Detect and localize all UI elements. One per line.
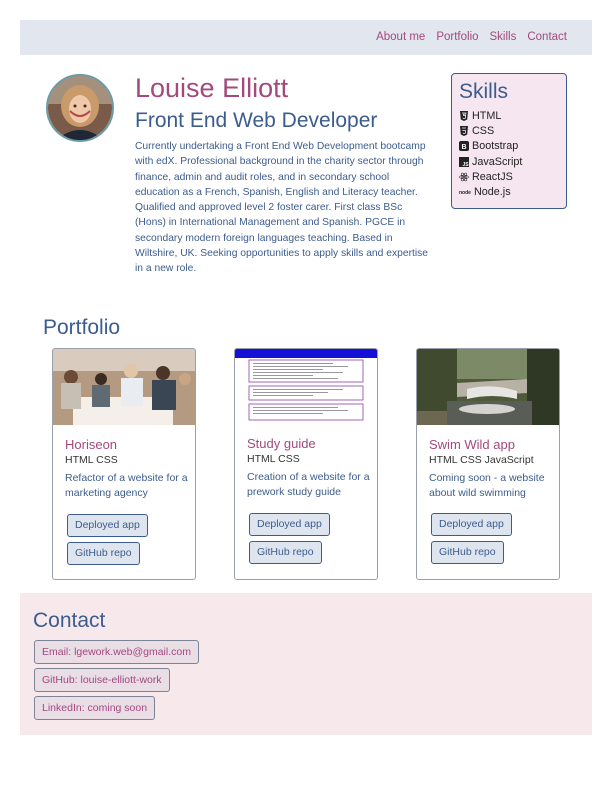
deployed-app-button[interactable]: Deployed app <box>431 513 512 536</box>
css3-icon <box>460 125 468 136</box>
project-title: Swim Wild app <box>429 437 515 452</box>
project-title: Horiseon <box>65 437 118 452</box>
skill-item-react: ReactJS <box>459 169 559 184</box>
github-repo-button[interactable]: GitHub repo <box>67 542 140 565</box>
skill-label: CSS <box>472 124 495 137</box>
contact-section: Contact Email: lgework.web@gmail.com Git… <box>20 593 592 735</box>
contact-linkedin-button[interactable]: LinkedIn: coming soon <box>34 696 156 720</box>
project-tech: HTML CSS JavaScript <box>429 454 534 466</box>
deployed-app-button[interactable]: Deployed app <box>67 514 148 537</box>
skill-label: HTML <box>472 109 502 122</box>
bootstrap-icon: B <box>459 141 469 152</box>
project-card-horiseon: Horiseon HTML CSS Refactor of a website … <box>52 348 196 580</box>
skill-label: ReactJS <box>472 170 513 183</box>
skill-item-nodejs: node Node.js <box>459 184 559 199</box>
project-card-study-guide: Study guide HTML CSS Creation of a websi… <box>234 348 378 580</box>
html5-icon <box>460 110 468 121</box>
project-image <box>235 349 377 425</box>
skill-item-bootstrap: B Bootstrap <box>459 139 559 154</box>
nav-link-about-me[interactable]: About me <box>376 31 425 43</box>
portfolio-title: Portfolio <box>43 316 121 339</box>
project-description: Creation of a website for a prework stud… <box>247 471 370 499</box>
profile-role: Front End Web Developer <box>135 109 378 132</box>
skill-label: JavaScript <box>472 155 523 168</box>
skill-label: Bootstrap <box>472 140 519 153</box>
profile-avatar <box>46 74 114 142</box>
skill-label: Node.js <box>474 186 511 199</box>
contact-github-button[interactable]: GitHub: louise-elliott-work <box>34 668 170 692</box>
github-repo-button[interactable]: GitHub repo <box>431 541 504 564</box>
svg-text:JS: JS <box>462 162 469 167</box>
profile-photo <box>48 76 112 140</box>
skills-box: Skills HTML CSS B Bootstrap JS JavaScrip… <box>451 73 567 209</box>
project-description: Refactor of a website for a marketing ag… <box>65 472 188 500</box>
skill-item-javascript: JS JavaScript <box>459 154 559 169</box>
skills-title: Skills <box>459 80 509 103</box>
skill-item-css: CSS <box>459 123 559 138</box>
skill-item-html: HTML <box>459 108 559 123</box>
project-image <box>53 349 195 425</box>
project-tech: HTML CSS <box>247 453 300 465</box>
javascript-icon: JS <box>459 156 469 167</box>
nodejs-icon: node <box>459 190 471 196</box>
project-image <box>417 349 559 425</box>
deployed-app-button[interactable]: Deployed app <box>249 513 330 536</box>
project-tech: HTML CSS <box>65 454 118 466</box>
svg-text:B: B <box>461 144 466 151</box>
svg-text:node: node <box>459 190 471 196</box>
react-icon <box>459 172 469 182</box>
contact-email-button[interactable]: Email: lgework.web@gmail.com <box>34 640 199 664</box>
nav-link-skills[interactable]: Skills <box>490 31 517 43</box>
profile-name: Louise Elliott <box>135 73 289 103</box>
navbar: About me Portfolio Skills Contact <box>20 20 592 55</box>
nav-link-contact[interactable]: Contact <box>527 31 567 43</box>
contact-title: Contact <box>33 609 106 632</box>
project-description: Coming soon - a website about wild swimm… <box>429 472 545 500</box>
project-card-swim-wild: Swim Wild app HTML CSS JavaScript Coming… <box>416 348 560 580</box>
project-title: Study guide <box>247 436 316 451</box>
profile-bio: Currently undertaking a Front End Web De… <box>135 141 429 275</box>
nav-link-portfolio[interactable]: Portfolio <box>436 31 478 43</box>
github-repo-button[interactable]: GitHub repo <box>249 541 322 564</box>
nav-links: About me Portfolio Skills Contact <box>376 31 567 43</box>
